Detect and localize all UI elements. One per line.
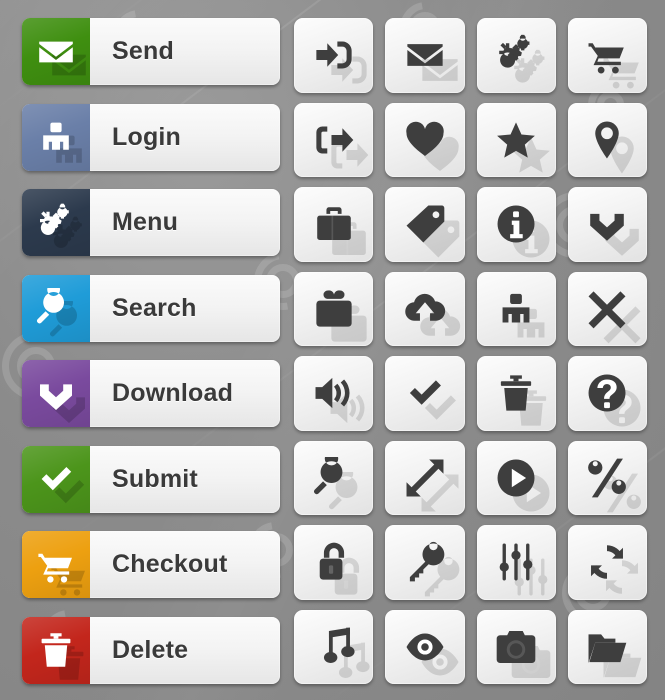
- icon-tile-briefcase[interactable]: [294, 187, 374, 262]
- music-note-icon: [313, 626, 355, 668]
- action-button-label: Search: [112, 293, 197, 322]
- user-icon: [495, 288, 537, 330]
- icon-tile-refresh[interactable]: [567, 525, 647, 600]
- icon-tile-folder[interactable]: [567, 609, 647, 684]
- action-button-submit[interactable]: Submit: [22, 445, 280, 513]
- action-button-label: Checkout: [112, 550, 228, 579]
- icon-tile-gears[interactable]: [476, 18, 556, 93]
- shopping-cart-icon-swatch: [22, 531, 90, 599]
- action-button-send[interactable]: Send: [22, 18, 280, 85]
- key-icon: [404, 541, 446, 583]
- padlock-icon: [313, 541, 355, 583]
- icon-tile-cloud-upload[interactable]: [385, 271, 465, 346]
- action-button-label: Menu: [112, 208, 179, 237]
- envelope-icon: [404, 34, 446, 76]
- envelope-icon: [36, 32, 76, 72]
- action-button-checkout[interactable]: Checkout: [22, 531, 280, 599]
- icon-tile-gift[interactable]: [294, 271, 374, 346]
- icon-tile-tag[interactable]: [385, 187, 465, 262]
- play-circle-icon: [495, 457, 537, 499]
- icon-tile-info-circle[interactable]: [476, 187, 556, 262]
- sign-out-icon: [313, 119, 355, 161]
- refresh-icon: [586, 541, 628, 583]
- trash-icon: [36, 630, 76, 670]
- action-button-label: Login: [112, 122, 182, 151]
- eye-icon: [404, 626, 446, 668]
- shopping-cart-icon: [36, 545, 76, 585]
- star-icon: [495, 119, 537, 161]
- icon-grid: [294, 12, 655, 690]
- icon-tile-percent[interactable]: [567, 440, 647, 515]
- icon-tile-play-circle[interactable]: [476, 440, 556, 515]
- icon-tile-heart[interactable]: [385, 102, 465, 177]
- gears-icon: [495, 34, 537, 76]
- folder-icon: [586, 626, 628, 668]
- magnifier-icon-swatch: [22, 274, 90, 342]
- icon-tile-close-x[interactable]: [567, 271, 647, 346]
- percent-icon: [586, 457, 628, 499]
- sliders-icon: [495, 541, 537, 583]
- action-button-label: Delete: [112, 635, 189, 664]
- action-button-menu[interactable]: Menu: [22, 189, 280, 257]
- speaker-icon: [313, 372, 355, 414]
- magnifier-icon: [313, 456, 355, 499]
- info-circle-icon: [495, 203, 537, 245]
- camera-icon: [495, 626, 537, 668]
- icon-tile-shopping-cart[interactable]: [567, 18, 647, 93]
- icon-tile-map-pin[interactable]: [567, 102, 647, 177]
- close-x-icon: [586, 288, 628, 330]
- icon-tile-question-circle[interactable]: [567, 356, 647, 431]
- icon-tile-key[interactable]: [385, 525, 465, 600]
- icon-tile-camera[interactable]: [476, 609, 556, 684]
- gift-icon: [313, 288, 355, 330]
- trash-icon: [495, 372, 537, 414]
- gears-icon-swatch: [22, 189, 90, 257]
- icon-tile-envelope[interactable]: [385, 18, 465, 93]
- action-button-label: Download: [112, 379, 234, 408]
- download-chevron-icon-swatch: [22, 360, 90, 428]
- download-chevron-icon: [586, 203, 628, 245]
- action-button-download[interactable]: Download: [22, 360, 280, 428]
- action-button-label: Send: [112, 37, 174, 65]
- action-button-delete[interactable]: Delete: [22, 616, 280, 684]
- download-chevron-icon: [36, 374, 76, 414]
- envelope-icon-swatch: [22, 18, 90, 85]
- map-pin-icon: [586, 119, 628, 161]
- icon-tile-checkmark[interactable]: [385, 356, 465, 431]
- tag-icon: [404, 203, 446, 245]
- user-icon: [36, 117, 76, 157]
- user-icon-swatch: [22, 103, 90, 171]
- button-column: Send Login Menu Search Download Submit Checkou…: [22, 12, 280, 690]
- icon-tile-padlock[interactable]: [294, 525, 374, 600]
- heart-icon: [404, 119, 446, 161]
- icon-tile-sliders[interactable]: [476, 525, 556, 600]
- action-button-search[interactable]: Search: [22, 274, 280, 342]
- action-button-login[interactable]: Login: [22, 103, 280, 171]
- magnifier-icon: [36, 288, 76, 328]
- icon-tile-resize-arrows[interactable]: [385, 440, 465, 515]
- icon-tile-download-chevron[interactable]: [567, 187, 647, 262]
- action-button-label: Submit: [112, 464, 198, 493]
- checkmark-icon: [404, 372, 446, 414]
- icon-tile-speaker[interactable]: [294, 356, 374, 431]
- icon-tile-sign-in[interactable]: [294, 18, 374, 93]
- question-circle-icon: [586, 372, 628, 414]
- icon-tile-magnifier[interactable]: [294, 440, 374, 515]
- briefcase-icon: [313, 203, 355, 245]
- icon-tile-trash[interactable]: [476, 356, 556, 431]
- resize-arrows-icon: [404, 457, 446, 499]
- shopping-cart-icon: [586, 34, 628, 76]
- cloud-upload-icon: [404, 288, 446, 330]
- icon-tile-star[interactable]: [476, 102, 556, 177]
- icon-tile-eye[interactable]: [385, 609, 465, 684]
- icon-tile-user[interactable]: [476, 271, 556, 346]
- checkmark-icon: [36, 459, 76, 499]
- canvas-background: Send Login Menu Search Download Submit Checkou…: [0, 0, 665, 700]
- icon-tile-sign-out[interactable]: [294, 102, 374, 177]
- checkmark-icon-swatch: [22, 445, 90, 513]
- trash-icon-swatch: [22, 616, 90, 684]
- gears-icon: [36, 203, 76, 243]
- icon-tile-music-note[interactable]: [294, 609, 374, 684]
- sign-in-icon: [313, 34, 355, 76]
